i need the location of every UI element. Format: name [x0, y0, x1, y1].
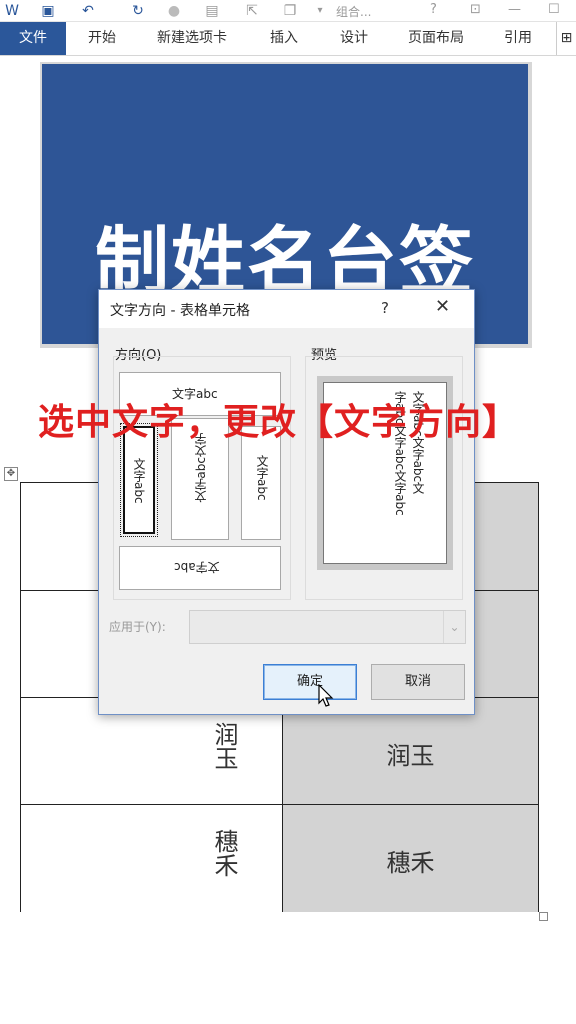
- text-direction-dialog: 文字方向 - 表格单元格 ? ✕ 方向(O) 文字abc 文字abc 文字abc…: [98, 289, 475, 715]
- maximize-icon[interactable]: ☐: [548, 2, 560, 17]
- cell-text: 润玉: [210, 722, 238, 770]
- dialog-titlebar[interactable]: 文字方向 - 表格单元格 ? ✕: [99, 290, 474, 328]
- table-move-handle-icon[interactable]: ✥: [4, 467, 18, 481]
- orientation-inverted-option[interactable]: 文字abc: [119, 546, 281, 590]
- cancel-button[interactable]: 取消: [371, 664, 465, 700]
- redo-icon[interactable]: ↻: [130, 3, 146, 19]
- quick-access-toolbar: W ▣ ↶ ↻ ● ▤ ⇱ ❐ ▾ 组合... ? ⊡ — ☐: [0, 0, 576, 22]
- shape-icon[interactable]: ▤: [204, 3, 220, 19]
- ribbon-collapse-icon[interactable]: ⊞: [556, 22, 576, 55]
- cell-text: 润玉: [386, 742, 435, 770]
- mouse-cursor-icon: [318, 684, 334, 707]
- cell-text: 穗禾: [210, 829, 238, 877]
- copy-icon[interactable]: ❐: [282, 3, 298, 19]
- tab-design[interactable]: 设计: [328, 22, 380, 55]
- tab-new-tab[interactable]: 新建选项卡: [144, 22, 240, 55]
- tab-home[interactable]: 开始: [74, 22, 130, 55]
- undo-icon[interactable]: ↶: [80, 3, 96, 19]
- word-icon: W: [5, 3, 19, 19]
- option-text: 文字abc: [174, 560, 220, 574]
- chevron-down-icon[interactable]: ⌄: [443, 611, 465, 643]
- option-text: 文字abc: [255, 455, 269, 501]
- table-cell[interactable]: 穗禾: [283, 805, 538, 912]
- dialog-title: 文字方向 - 表格单元格: [110, 303, 250, 319]
- help-icon[interactable]: ?: [430, 2, 437, 17]
- chevron-down-icon[interactable]: ▾: [312, 3, 328, 19]
- table-resize-handle[interactable]: [539, 912, 548, 921]
- tab-file[interactable]: 文件: [0, 22, 66, 55]
- table-row: 穗禾 穗禾: [21, 805, 538, 912]
- apply-to-select[interactable]: ⌄: [189, 610, 466, 644]
- apply-to-label: 应用于(Y):: [109, 620, 166, 634]
- tab-references[interactable]: 引用: [494, 22, 542, 55]
- ribbon-tabs: 文件 开始 新建选项卡 插入 设计 页面布局 引用 ⊞: [0, 22, 576, 56]
- window-title: 组合...: [336, 5, 372, 19]
- save-icon[interactable]: ▣: [40, 3, 56, 19]
- tab-insert[interactable]: 插入: [258, 22, 310, 55]
- option-text: 文字abc: [132, 458, 146, 504]
- tab-page-layout[interactable]: 页面布局: [396, 22, 476, 55]
- instruction-caption: 选中文字，更改【文字方向】: [38, 402, 520, 443]
- close-icon[interactable]: ✕: [435, 296, 450, 317]
- cell-text: 穗禾: [386, 849, 435, 877]
- restore-icon[interactable]: ⊡: [470, 2, 481, 17]
- help-icon[interactable]: ?: [381, 299, 389, 317]
- table-cell[interactable]: 穗禾: [21, 805, 283, 912]
- circle-icon[interactable]: ●: [166, 3, 182, 19]
- minimize-icon[interactable]: —: [508, 2, 521, 17]
- ok-button[interactable]: 确定: [263, 664, 357, 700]
- cursor-select-icon[interactable]: ⇱: [244, 3, 260, 19]
